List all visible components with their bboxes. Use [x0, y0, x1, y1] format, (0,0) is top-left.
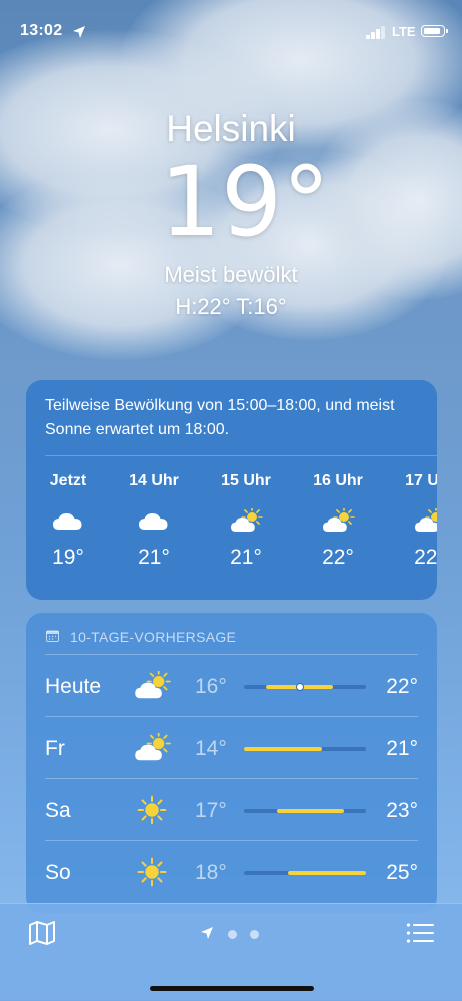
temperature-range-bar [244, 747, 366, 751]
city-name: Helsinki [166, 108, 296, 149]
hour-temperature: 22° [322, 546, 354, 569]
bottom-toolbar [0, 903, 462, 1001]
card-divider [45, 455, 437, 456]
ten-day-forecast-card[interactable]: 10-TAGE-VORHERSAGE Heute 16° 22° Fr 14° 21° Sa… [26, 613, 437, 913]
page-dot [228, 930, 237, 939]
forecast-day: So [45, 861, 71, 884]
location-arrow-icon [73, 26, 85, 38]
hour-item: Jetzt 19° [38, 472, 98, 570]
calendar-icon [46, 630, 59, 642]
hour-item: 16 Uhr 22° [308, 472, 368, 570]
temperature-range-bar [244, 683, 366, 691]
temperature-range-bar [244, 809, 366, 813]
cloud-icon [51, 508, 85, 534]
hour-label: 15 Uhr [221, 472, 271, 489]
forecast-high: 23° [386, 799, 418, 822]
list-icon[interactable] [406, 922, 434, 944]
forecast-row[interactable]: Fr 14° 21° [45, 716, 418, 779]
hour-temperature: 21° [138, 546, 170, 569]
partly-sunny-icon [413, 506, 437, 534]
forecast-high: 25° [386, 861, 418, 884]
status-bar: 13:02 LTE [0, 0, 462, 60]
forecast-day: Sa [45, 799, 71, 822]
status-time: 13:02 [20, 22, 63, 39]
forecast-high: 21° [386, 737, 418, 760]
hour-item: 14 Uhr 21° [124, 472, 184, 570]
temperature-range-fill [277, 809, 344, 813]
temperature-range-fill [288, 871, 366, 875]
high-low-text: H:22° T:16° [175, 294, 287, 319]
home-indicator[interactable] [150, 986, 314, 991]
temperature-range-bar [244, 871, 366, 875]
forecast-high: 22° [386, 675, 418, 698]
forecast-low: 14° [195, 737, 227, 760]
forecast-row[interactable]: Sa 17° 23° [45, 778, 418, 841]
partly-sunny-icon [133, 731, 171, 763]
battery-level [423, 27, 440, 34]
partly-sunny-icon [321, 506, 355, 534]
cloud-icon [137, 508, 171, 534]
page-dot [250, 930, 259, 939]
sun-icon [133, 795, 171, 825]
hour-label: 14 Uhr [129, 472, 179, 489]
forecast-low: 17° [195, 799, 227, 822]
hour-item: 17 Uhr 22° [400, 472, 437, 570]
signal-icon [366, 26, 386, 39]
hour-label: 16 Uhr [313, 472, 363, 489]
page-indicator[interactable] [200, 926, 270, 942]
hour-temperature: 22° [414, 546, 437, 569]
current-temp-marker [295, 683, 304, 691]
forecast-low: 16° [195, 675, 227, 698]
hour-label: 17 Uhr [405, 472, 437, 489]
forecast-day: Fr [45, 737, 65, 760]
network-type: LTE [392, 24, 416, 39]
sun-icon [133, 857, 171, 887]
current-weather: Helsinki 19° Meist bewölkt H:22° T:16° [0, 100, 462, 320]
partly-sunny-icon [133, 669, 171, 701]
forecast-day: Heute [45, 675, 102, 698]
hourly-forecast-card[interactable]: Teilweise Bewölkung von 15:00–18:00, und… [26, 380, 437, 600]
forecast-row[interactable]: So 18° 25° [45, 840, 418, 903]
forecast-row[interactable]: Heute 16° 22° [45, 654, 418, 717]
hour-temperature: 21° [230, 546, 262, 569]
forecast-low: 18° [195, 861, 227, 884]
temperature-range-fill [244, 747, 322, 751]
current-temperature: 19° [159, 146, 331, 258]
condition-text: Meist bewölkt [164, 262, 298, 287]
hourly-scroll[interactable]: Jetzt19°14 Uhr21°15 Uhr21°16 Uhr22°17 Uh… [26, 472, 437, 592]
hour-item: 15 Uhr 21° [216, 472, 276, 570]
hourly-summary: Teilweise Bewölkung von 15:00–18:00, und… [45, 397, 395, 438]
hour-temperature: 19° [52, 546, 84, 569]
hour-label: Jetzt [49, 472, 87, 489]
forecast-title: 10-TAGE-VORHERSAGE [70, 629, 237, 645]
battery-icon [421, 25, 448, 37]
map-icon[interactable] [28, 920, 56, 946]
location-page-icon [201, 927, 213, 939]
partly-sunny-icon [229, 506, 263, 534]
